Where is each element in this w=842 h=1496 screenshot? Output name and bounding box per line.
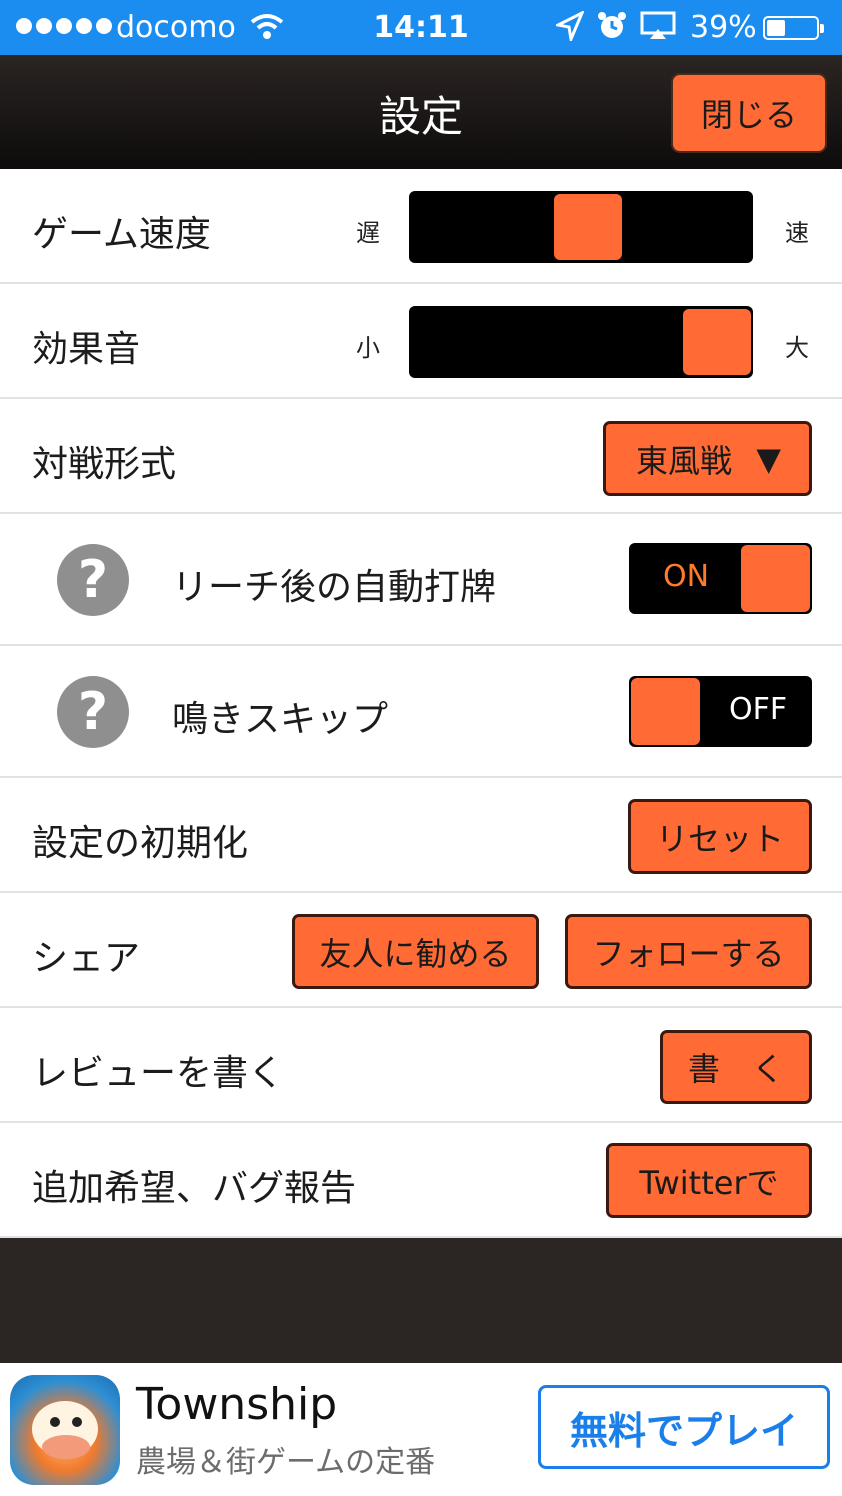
match-format-dropdown[interactable]: 東風戦 ▼ [603,421,812,496]
location-arrow-icon [553,9,585,49]
ad-banner[interactable]: Township 農場＆街ゲームの定番 無料でプレイ [0,1363,842,1496]
sound-effects-slider[interactable] [409,306,753,378]
write-review-button[interactable]: 書 く [660,1030,812,1104]
township-app-icon[interactable] [10,1375,120,1485]
feedback-label: 追加希望、バグ報告 [32,1168,357,1209]
ad-play-free-button[interactable]: 無料でプレイ [538,1385,830,1469]
toggle-state-text: OFF [729,692,788,727]
share-label: シェア [32,938,141,979]
close-button[interactable]: 閉じる [673,75,825,151]
toggle-knob [741,545,810,612]
loud-label: 大 [785,334,809,362]
nav-bar: 設定 閉じる [0,55,842,169]
sound-effects-row: 効果音 小 大 [0,284,842,399]
skip-calls-label: 鳴きスキップ [172,699,389,740]
auto-discard-row: ? リーチ後の自動打牌 ON [0,514,842,646]
skip-calls-toggle[interactable]: OFF [629,676,812,747]
feedback-row: 追加希望、バグ報告 Twitterで [0,1123,842,1238]
match-format-row: 対戦形式 東風戦 ▼ [0,399,842,514]
battery-icon [763,16,824,40]
follow-button[interactable]: フォローする [565,914,812,989]
auto-discard-label: リーチ後の自動打牌 [172,567,497,608]
auto-discard-toggle[interactable]: ON [629,543,812,614]
slow-label: 遅 [356,219,380,247]
game-speed-label: ゲーム速度 [32,214,211,255]
fast-label: 速 [785,219,809,247]
help-icon[interactable]: ? [57,676,129,748]
match-format-label: 対戦形式 [32,444,177,485]
share-row: シェア 友人に勧める フォローする [0,893,842,1008]
game-speed-slider[interactable] [409,191,753,263]
status-bar: docomo 14:11 39% [0,0,842,55]
dropdown-arrow-icon: ▼ [756,440,781,478]
airplay-icon [640,11,676,49]
recommend-to-friends-button[interactable]: 友人に勧める [292,914,539,989]
toggle-knob [631,678,700,745]
review-label: レビューを書く [32,1053,285,1094]
reset-button[interactable]: リセット [628,799,812,874]
battery-percent: 39% [690,10,757,45]
toggle-state-text: ON [663,559,710,594]
review-row: レビューを書く 書 く [0,1008,842,1123]
reset-label: 設定の初期化 [32,823,249,864]
match-format-value: 東風戦 [636,441,733,480]
slider-thumb[interactable] [683,309,751,375]
ad-app-name: Township [136,1379,338,1430]
quiet-label: 小 [356,334,380,362]
ad-subtitle: 農場＆街ゲームの定番 [136,1445,436,1480]
settings-list: ゲーム速度 遅 速 効果音 小 大 対戦形式 東風戦 ▼ ? リーチ後の自動打牌… [0,169,842,1238]
help-icon[interactable]: ? [57,544,129,616]
reset-row: 設定の初期化 リセット [0,778,842,893]
twitter-button[interactable]: Twitterで [606,1143,812,1218]
alarm-clock-icon [597,11,627,49]
game-speed-row: ゲーム速度 遅 速 [0,169,842,284]
sound-effects-label: 効果音 [32,329,141,370]
slider-thumb[interactable] [554,194,622,260]
skip-calls-row: ? 鳴きスキップ OFF [0,646,842,778]
